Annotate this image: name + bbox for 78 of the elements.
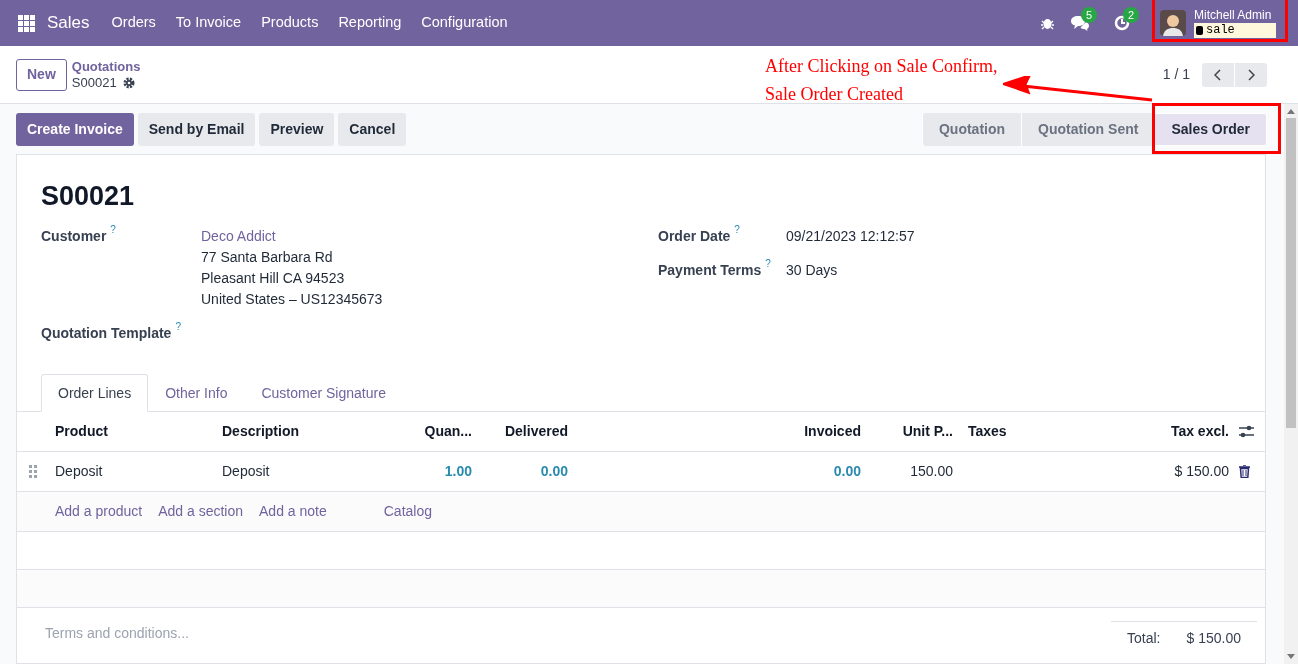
table-cell-text: 150.00 [909, 462, 954, 481]
database-icon [1196, 26, 1203, 35]
column-settings-icon[interactable] [1239, 425, 1254, 438]
menu-item[interactable]: Reporting [338, 12, 402, 34]
activity-count-badge: 2 [1123, 7, 1140, 23]
scroll-up-icon[interactable] [1287, 108, 1295, 114]
table-cell-text: Deposit [55, 462, 104, 481]
apps-menu-icon[interactable] [18, 14, 35, 32]
column-header[interactable]: Delivered [477, 421, 573, 442]
address-line: United States – US12345673 [201, 290, 383, 309]
table-cell-text: 1.00 [443, 462, 473, 481]
add-link[interactable]: Add a note [259, 501, 327, 522]
add-link[interactable]: Catalog [383, 501, 432, 522]
field-label: Payment Terms [658, 261, 762, 280]
pager-value: 1 / 1 [1162, 65, 1190, 84]
terms-field[interactable]: Terms and conditions... [45, 623, 1111, 644]
action-button[interactable]: Create Invoice [16, 112, 134, 146]
tab[interactable]: Order Lines [41, 374, 149, 412]
action-button[interactable]: Send by Email [137, 112, 256, 146]
settings-icon[interactable] [122, 76, 135, 89]
status-stage[interactable]: Sales Order [1154, 112, 1267, 146]
column-header[interactable]: Description [222, 421, 402, 442]
menu-item[interactable]: Products [261, 12, 319, 34]
add-link[interactable]: Add a section [158, 501, 243, 522]
new-button[interactable]: New [16, 58, 67, 91]
column-header[interactable]: Invoiced [573, 421, 866, 442]
annotation-text: After Clicking on Sale Confirm, Sale Order Created [765, 55, 998, 106]
payment-terms-value: 30 Days [786, 261, 838, 280]
field-label: Quotation Template [41, 324, 172, 343]
status-stage[interactable]: Quotation [921, 112, 1022, 146]
field-label: Customer [41, 227, 107, 246]
clock-icon[interactable] [1114, 15, 1130, 31]
column-header[interactable]: Product [55, 421, 222, 442]
column-header[interactable]: Tax excl. [1058, 421, 1229, 442]
next-button[interactable] [1235, 62, 1267, 87]
order-date-value: 09/21/2023 12:12:57 [786, 227, 915, 246]
address-line: 77 Santa Barbara Rd [201, 248, 334, 267]
total-value: $ 150.00 [1186, 629, 1241, 648]
record-name: S00021 [71, 74, 117, 91]
table-cell-text: 0.00 [539, 462, 569, 481]
menu-item[interactable]: Configuration [421, 12, 508, 34]
drag-handle-icon[interactable] [29, 465, 37, 478]
chevron-left-icon [1214, 68, 1222, 81]
field-label: Order Date [658, 227, 731, 246]
total-label: Total: [1127, 629, 1161, 648]
scrollbar-thumb[interactable] [1286, 118, 1296, 428]
action-button[interactable]: Preview [259, 112, 335, 146]
address-line: Pleasant Hill CA 94523 [201, 269, 346, 288]
help-tooltip-icon[interactable]: ? [110, 224, 116, 236]
delete-icon[interactable] [1239, 465, 1250, 478]
scroll-down-icon[interactable] [1287, 654, 1295, 660]
database-tag: sale [1194, 23, 1276, 38]
table-cell-text: $ 150.00 [1173, 462, 1229, 481]
user-name[interactable]: Mitchell Admin [1194, 8, 1276, 22]
tab[interactable]: Other Info [148, 374, 245, 412]
bug-icon[interactable] [1041, 16, 1054, 30]
app-name[interactable]: Sales [47, 10, 90, 36]
message-count-badge: 5 [1081, 7, 1098, 23]
column-header[interactable]: Taxes [958, 421, 1058, 442]
column-header[interactable]: Quan... [402, 421, 477, 442]
menu-item[interactable]: Orders [111, 12, 156, 34]
column-header[interactable]: Unit P... [866, 421, 958, 442]
chevron-right-icon [1247, 68, 1255, 81]
table-cell-text: 0.00 [832, 462, 862, 481]
status-stage[interactable]: Quotation Sent [1021, 112, 1155, 146]
help-tooltip-icon[interactable]: ? [734, 224, 740, 236]
breadcrumb-link[interactable]: Quotations [71, 58, 141, 75]
help-tooltip-icon[interactable]: ? [175, 321, 181, 333]
customer-link[interactable]: Deco Addict [201, 226, 383, 247]
table-cell-text: Deposit [222, 462, 271, 481]
add-link[interactable]: Add a product [55, 501, 143, 522]
avatar[interactable] [1160, 10, 1186, 36]
menu-item[interactable]: To Invoice [175, 12, 242, 34]
action-button[interactable]: Cancel [338, 112, 407, 146]
previous-button[interactable] [1202, 62, 1234, 87]
help-tooltip-icon[interactable]: ? [765, 258, 771, 270]
record-title: S00021 [41, 180, 136, 213]
tab[interactable]: Customer Signature [244, 374, 403, 412]
